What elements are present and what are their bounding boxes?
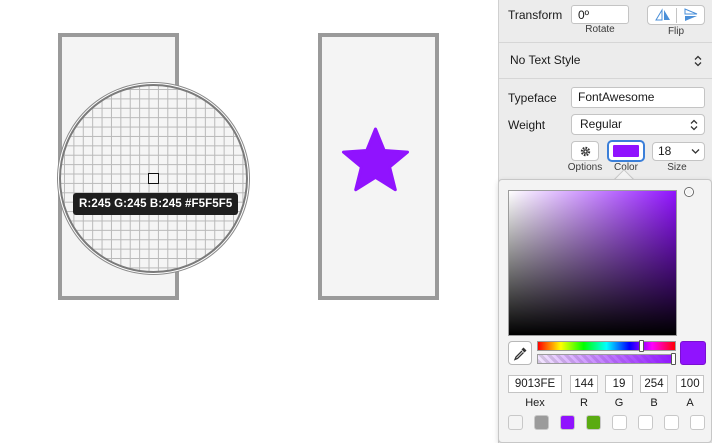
eyedropper-icon [513, 347, 527, 361]
font-size-value: 18 [658, 144, 672, 158]
hex-input[interactable]: 9013FE [508, 375, 562, 393]
alpha-slider-thumb[interactable] [671, 353, 676, 365]
divider [499, 78, 712, 79]
document-color-swatch[interactable] [612, 415, 627, 430]
size-caption: Size [667, 162, 687, 173]
blue-input[interactable]: 254 [640, 375, 668, 393]
saturation-brightness-field[interactable] [508, 190, 677, 336]
weight-value: Regular [580, 117, 623, 131]
document-color-swatch[interactable] [586, 415, 601, 430]
green-input[interactable]: 19 [605, 375, 633, 393]
options-caption: Options [567, 162, 603, 173]
rotate-caption: Rotate [585, 24, 615, 35]
text-style-dropdown[interactable]: No Text Style [502, 49, 708, 73]
hex-caption: Hex [525, 397, 545, 409]
blue-caption: B [650, 397, 658, 409]
alpha-caption: A [686, 397, 694, 409]
document-color-swatch[interactable] [690, 415, 705, 430]
eyedropper-button[interactable] [508, 341, 532, 365]
document-color-swatch[interactable] [638, 415, 653, 430]
alpha-slider[interactable] [537, 354, 676, 364]
document-color-swatch[interactable] [560, 415, 575, 430]
divider [499, 42, 712, 43]
flip-vertical-icon[interactable] [681, 8, 701, 22]
hue-slider-thumb[interactable] [638, 340, 644, 352]
current-color-preview [680, 341, 706, 365]
rotate-field[interactable]: 0º [571, 5, 629, 24]
text-style-value: No Text Style [510, 53, 581, 67]
weight-dropdown[interactable]: Regular [571, 114, 705, 135]
chevron-updown-icon [694, 55, 702, 67]
transform-label: Transform [508, 8, 563, 22]
document-color-swatch[interactable] [534, 415, 549, 430]
flip-caption: Flip [667, 26, 685, 37]
chevron-down-icon [691, 149, 700, 154]
document-color-swatch[interactable] [508, 415, 523, 430]
alpha-input[interactable]: 100 [676, 375, 704, 393]
text-color-well[interactable] [608, 141, 644, 161]
loupe-center-pixel [148, 173, 159, 184]
document-color-swatch[interactable] [664, 415, 679, 430]
green-caption: G [614, 397, 624, 409]
typeface-field[interactable]: FontAwesome [571, 87, 705, 108]
font-size-combo[interactable]: 18 [652, 142, 705, 161]
saturation-brightness-handle[interactable] [685, 188, 693, 196]
typeface-label: Typeface [508, 91, 557, 105]
star-icon[interactable] [341, 127, 410, 193]
flip-button-group [647, 5, 705, 25]
chevron-updown-icon [690, 119, 698, 130]
gear-icon [580, 146, 591, 157]
weight-label: Weight [508, 118, 546, 132]
red-caption: R [580, 397, 588, 409]
app-window: R:245 G:245 B:245 #F5F5F5 Transform 0º R… [0, 0, 712, 443]
hue-slider[interactable] [537, 341, 676, 351]
red-input[interactable]: 144 [570, 375, 598, 393]
loupe-color-readout: R:245 G:245 B:245 #F5F5F5 [73, 193, 239, 215]
text-color-swatch [613, 145, 639, 157]
text-options-button[interactable] [571, 141, 599, 161]
flip-horizontal-icon[interactable] [653, 8, 673, 22]
